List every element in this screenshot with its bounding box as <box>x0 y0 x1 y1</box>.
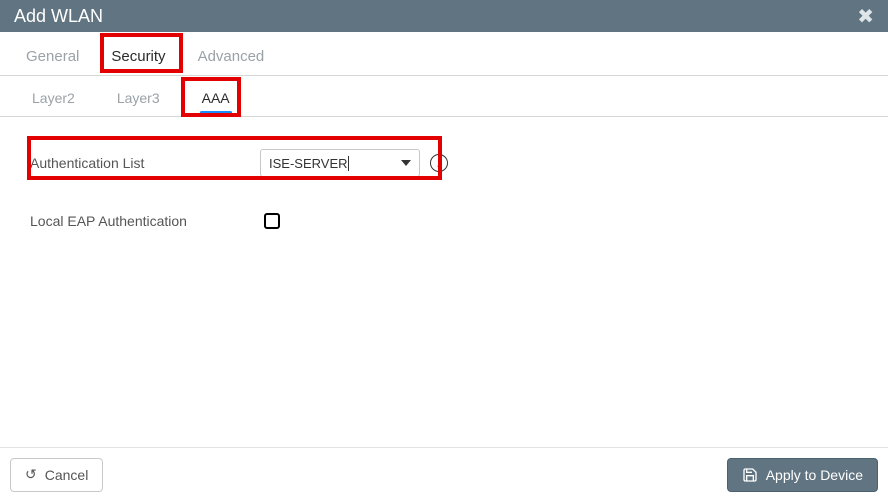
tab-security[interactable]: Security <box>99 42 177 75</box>
apply-label: Apply to Device <box>766 467 863 483</box>
auth-list-value: ISE-SERVER <box>269 156 349 171</box>
close-icon[interactable]: ✖ <box>857 4 874 29</box>
info-icon[interactable]: i <box>430 154 448 172</box>
main-tabs: General Security Advanced <box>0 32 888 76</box>
auth-list-label: Authentication List <box>30 155 260 171</box>
title-bar: Add WLAN ✖ <box>0 0 888 32</box>
footer: ↺ Cancel Apply to Device <box>0 447 888 501</box>
subtab-layer3[interactable]: Layer3 <box>99 84 178 116</box>
auth-list-row: Authentication List ISE-SERVER i <box>30 141 858 185</box>
content-area: Authentication List ISE-SERVER i Local E… <box>0 117 888 281</box>
local-eap-label: Local EAP Authentication <box>30 213 260 229</box>
local-eap-row: Local EAP Authentication <box>30 199 858 243</box>
subtab-layer2[interactable]: Layer2 <box>14 84 93 116</box>
cancel-button[interactable]: ↺ Cancel <box>10 458 103 492</box>
local-eap-checkbox[interactable] <box>264 213 280 229</box>
undo-icon: ↺ <box>25 466 37 483</box>
sub-tabs: Layer2 Layer3 AAA <box>0 76 888 117</box>
cancel-label: Cancel <box>45 467 89 483</box>
tab-general[interactable]: General <box>14 42 91 75</box>
subtab-aaa[interactable]: AAA <box>184 84 248 116</box>
dialog-title: Add WLAN <box>14 6 103 27</box>
tab-advanced[interactable]: Advanced <box>186 42 277 75</box>
apply-button[interactable]: Apply to Device <box>727 458 878 492</box>
chevron-down-icon <box>401 160 411 166</box>
save-icon <box>742 467 758 483</box>
auth-list-dropdown[interactable]: ISE-SERVER <box>260 149 420 177</box>
